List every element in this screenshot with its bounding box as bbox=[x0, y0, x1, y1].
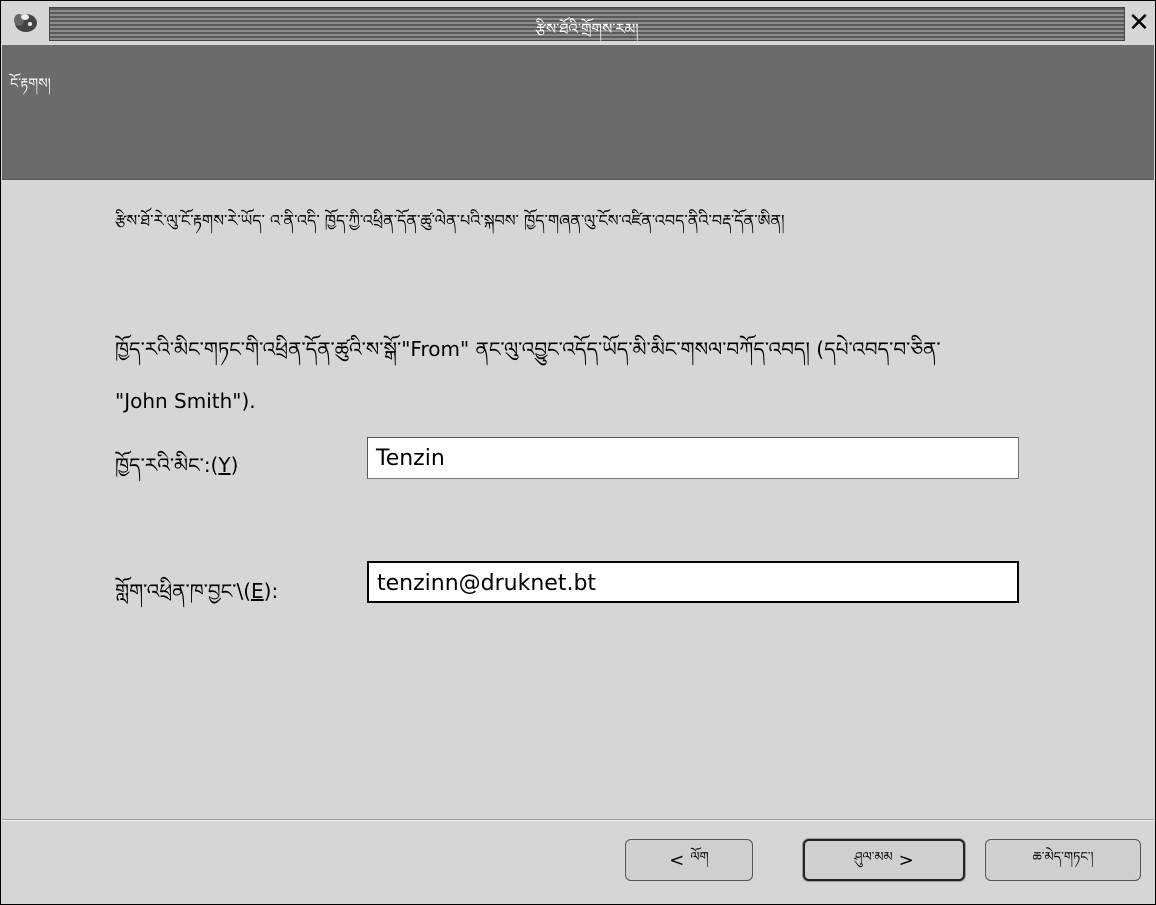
app-icon[interactable] bbox=[11, 9, 39, 35]
email-label: གློག་འཕྲིན་ཁ་བྱང་\(E): bbox=[115, 569, 278, 625]
forward-arrow-icon: > bbox=[898, 849, 914, 871]
title-bar[interactable]: རྩིས་ཐོའི་གྲོགས་རམ། ✕ bbox=[1, 1, 1155, 45]
title-stripe: རྩིས་ཐོའི་གྲོགས་རམ། bbox=[49, 7, 1125, 41]
page-title: ངོ་རྟགས། bbox=[10, 76, 51, 92]
close-icon[interactable]: ✕ bbox=[1125, 7, 1153, 39]
back-label: ལོག bbox=[690, 849, 709, 865]
instruction-prefix: ཁྱོད་རའི་མིང་གཏང་གི་འཕྲིན་དོན་ཚུའི་ས་སྒོ… bbox=[115, 337, 402, 361]
name-label-mnemonic: Y bbox=[218, 453, 231, 477]
name-input[interactable]: Tenzin bbox=[367, 437, 1019, 479]
email-label-mnemonic: E bbox=[251, 579, 264, 603]
email-label-text: གློག་འཕྲིན་ཁ་བྱང་\( bbox=[115, 579, 252, 603]
forward-button[interactable]: ཤུལ་མམ > bbox=[803, 839, 965, 881]
instruction-text: ཁྱོད་རའི་མིང་གཏང་གི་འཕྲིན་དོན་ཚུའི་ས་སྒོ… bbox=[115, 323, 1035, 427]
intro-text: རྩིས་ཐོ་རེ་ལུ་ངོ་རྟགས་རེ་ཡོད་ འ་ནི་འདི་ … bbox=[115, 211, 785, 230]
name-label-text: ཁྱོད་རའི་མིང་:( bbox=[115, 453, 219, 477]
instruction-example: "John Smith"). bbox=[115, 389, 256, 413]
assistant-window: རྩིས་ཐོའི་གྲོགས་རམ། ✕ ངོ་རྟགས། རྩིས་ཐོ་ར… bbox=[0, 0, 1156, 905]
cancel-button[interactable]: ཆ་མེད་གཏང་། bbox=[985, 839, 1141, 881]
back-arrow-icon: < bbox=[669, 849, 685, 871]
instruction-mid: ནང་ལུ་འབྱུང་འདོད་ཡོད་མི་མིང་གསལ་བཀོད་འབད… bbox=[469, 337, 941, 361]
page-header: ངོ་རྟགས། bbox=[2, 45, 1154, 180]
email-input[interactable]: tenzinn@druknet.bt bbox=[367, 561, 1019, 603]
from-keyword: "From" bbox=[401, 337, 470, 361]
footer-separator bbox=[2, 819, 1154, 821]
name-label: ཁྱོད་རའི་མིང་:(Y) bbox=[115, 443, 238, 499]
page-content: རྩིས་ཐོ་རེ་ལུ་ངོ་རྟགས་རེ་ཡོད་ འ་ནི་འདི་ … bbox=[1, 181, 1155, 811]
email-label-suffix: ): bbox=[263, 579, 279, 603]
name-label-suffix: ) bbox=[230, 453, 239, 477]
forward-label: ཤུལ་མམ bbox=[854, 849, 893, 865]
back-button[interactable]: < ལོག bbox=[625, 839, 753, 881]
cancel-label: ཆ་མེད་གཏང་། bbox=[1032, 849, 1094, 865]
